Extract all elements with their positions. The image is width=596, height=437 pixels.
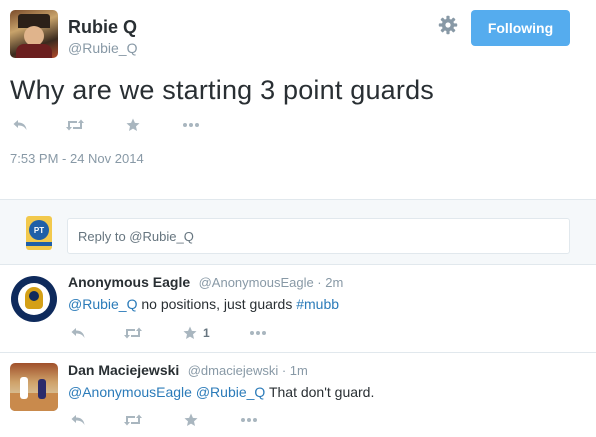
tweet-actions [12,118,201,132]
reply-box: PT [0,199,596,265]
hashtag-link[interactable]: #mubb [296,296,339,312]
reply-tweet[interactable]: Dan Maciejewski @dmaciejewski · 1m @Anon… [0,353,596,437]
reply-actions: 1 [70,326,268,340]
reply-avatar: PT [26,216,52,250]
avatar-detail [29,291,39,301]
avatar-detail [20,377,28,399]
reply-author-handle[interactable]: @dmaciejewski · 1m [188,363,308,378]
reply-avatar-logo: PT [29,220,49,240]
reply-author-handle[interactable]: @AnonymousEagle · 2m [199,275,344,290]
reply-tweet[interactable]: Anonymous Eagle @AnonymousEagle · 2m @Ru… [0,265,596,353]
reply-icon[interactable] [70,414,86,426]
favorite-icon[interactable] [183,413,199,427]
favorite-icon[interactable] [125,118,141,132]
more-icon[interactable] [239,417,259,423]
following-button[interactable]: Following [471,10,570,46]
avatar[interactable] [10,10,58,58]
reply-header: Dan Maciejewski @dmaciejewski · 1m [68,362,308,380]
reply-header: Anonymous Eagle @AnonymousEagle · 2m [68,274,343,292]
reply-author-name[interactable]: Anonymous Eagle [68,274,190,290]
avatar-court [10,393,58,411]
reply-icon[interactable] [70,327,86,339]
avatar-face [24,26,44,46]
reply-text: @AnonymousEagle @Rubie_Q That don't guar… [68,384,374,400]
reply-body: That don't guard. [265,384,375,400]
more-icon[interactable] [181,122,201,128]
reply-author-name[interactable]: Dan Maciejewski [68,362,179,378]
favorite-count: 1 [203,326,210,340]
mention-link[interactable]: @Rubie_Q [196,384,265,400]
avatar[interactable] [10,275,58,323]
favorite-icon [183,326,197,339]
user-name[interactable]: Rubie Q [68,17,137,38]
retweet-icon[interactable] [65,119,85,131]
gear-icon[interactable] [438,15,462,39]
avatar[interactable] [10,363,58,411]
reply-icon[interactable] [12,119,28,131]
avatar-detail [38,379,46,399]
favorite-button[interactable]: 1 [183,326,210,340]
more-icon[interactable] [248,330,268,336]
tweet-text: Why are we starting 3 point guards [10,75,435,105]
mention-link[interactable]: @AnonymousEagle [68,384,192,400]
avatar-body [16,44,52,58]
mention-link[interactable]: @Rubie_Q [68,296,137,312]
user-handle[interactable]: @Rubie_Q [68,40,137,56]
tweet-timestamp[interactable]: 7:53 PM - 24 Nov 2014 [10,151,144,166]
reply-text: @Rubie_Q no positions, just guards #mubb [68,296,339,312]
retweet-icon[interactable] [123,327,143,339]
reply-avatar-strip [26,242,52,246]
reply-actions [70,413,259,427]
reply-input[interactable] [67,218,570,254]
retweet-icon[interactable] [123,414,143,426]
reply-body: no positions, just guards [137,296,297,312]
tweet-header: Rubie Q @Rubie_Q Following [10,10,586,60]
